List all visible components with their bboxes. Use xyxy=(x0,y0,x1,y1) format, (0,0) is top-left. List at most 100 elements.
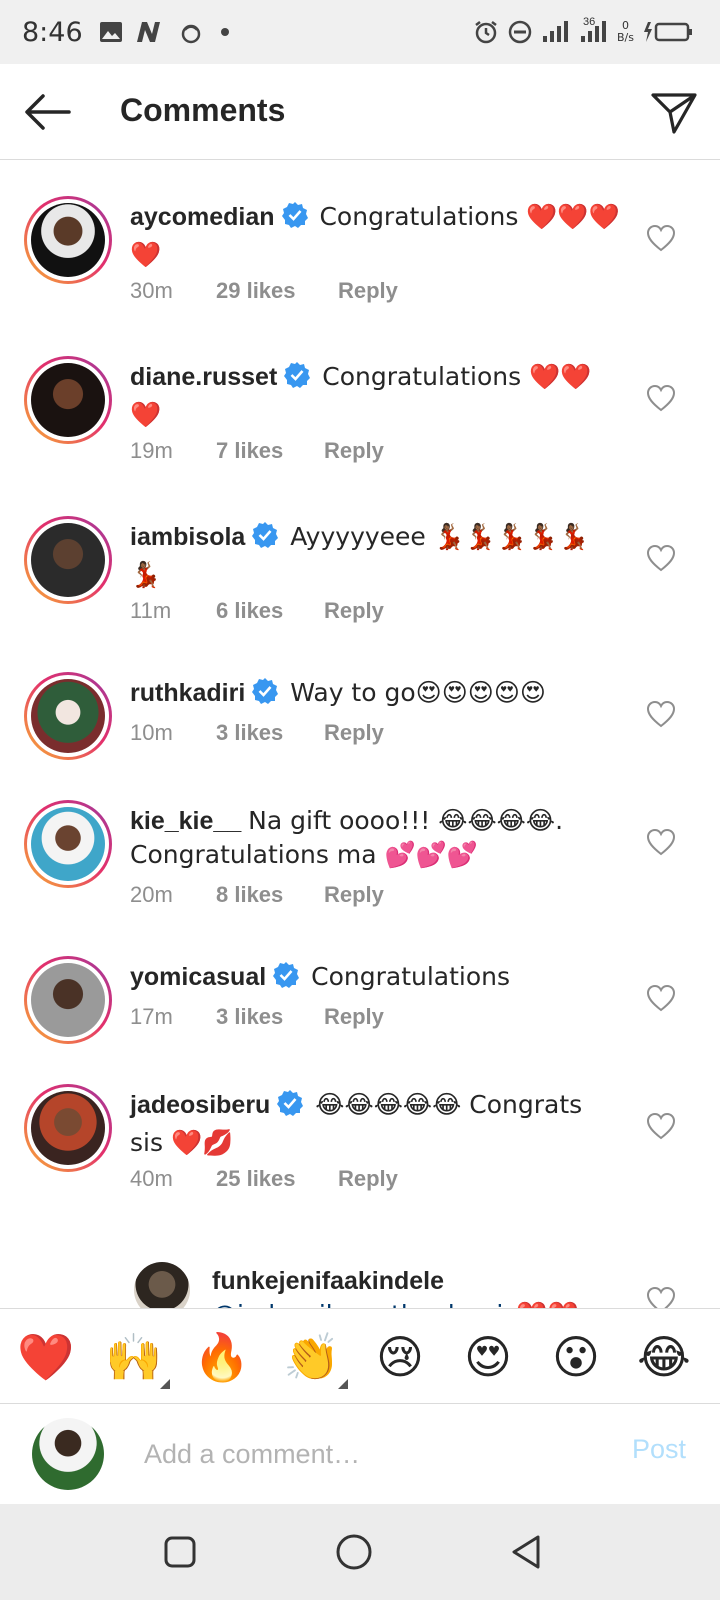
like-heart-icon[interactable] xyxy=(646,544,676,572)
emoji-raised-hands-button[interactable]: 🙌 xyxy=(104,1327,170,1389)
verified-badge-icon xyxy=(272,961,300,998)
recents-button[interactable] xyxy=(158,1530,202,1574)
comment-meta: 19m 7 likes Reply xyxy=(130,438,384,464)
like-heart-icon[interactable] xyxy=(646,224,676,252)
post-button[interactable]: Post xyxy=(632,1434,686,1465)
comment-meta: 30m 29 likes Reply xyxy=(130,278,398,304)
reply-button[interactable]: Reply xyxy=(324,1004,384,1030)
comment-username[interactable]: yomicasual xyxy=(130,963,266,991)
news-app-icon xyxy=(135,20,165,44)
comment-text: jadeosiberu 😂😂😂😂😂 Congrats sis ❤️💋 xyxy=(130,1088,620,1160)
comment-likes[interactable]: 3 likes xyxy=(216,1004,324,1030)
reply-button[interactable]: Reply xyxy=(324,720,384,746)
like-heart-icon[interactable] xyxy=(646,384,676,412)
back-nav-button[interactable] xyxy=(504,1530,548,1574)
page-title: Comments xyxy=(120,92,286,128)
arrow-left-icon xyxy=(25,94,71,130)
reply-button[interactable]: Reply xyxy=(338,1166,398,1192)
comment-list[interactable]: aycomedian Congratulations ❤️❤️❤️❤️ 30m … xyxy=(0,160,720,1308)
comment-meta: 10m 3 likes Reply xyxy=(130,720,384,746)
verified-badge-icon xyxy=(276,1089,304,1126)
reply-username[interactable]: funkejenifaakindele xyxy=(212,1264,579,1298)
reply-button[interactable]: Reply xyxy=(324,598,384,624)
signal-icon xyxy=(541,20,571,44)
battery-charging-icon xyxy=(642,20,694,44)
reply-button[interactable]: Reply xyxy=(324,438,384,464)
avatar[interactable] xyxy=(24,516,112,604)
emoji-clap-button[interactable]: 👏 xyxy=(282,1327,348,1389)
avatar[interactable] xyxy=(134,1262,190,1308)
skin-tone-indicator-icon xyxy=(338,1379,348,1389)
comment-time: 11m xyxy=(130,598,172,623)
reply-text: funkejenifaakindele @jadeosiberu thanks … xyxy=(212,1264,579,1308)
comment-text: ruthkadiri Way to go😍😍😍😍😍 xyxy=(130,676,620,714)
emoji-heart-button[interactable]: ❤️ xyxy=(16,1327,76,1387)
net-speed-unit: B/s xyxy=(617,31,634,44)
comment-likes[interactable]: 3 likes xyxy=(216,720,324,746)
home-button[interactable] xyxy=(332,1530,376,1574)
comment-meta: 11m 6 likes Reply xyxy=(130,598,384,624)
comment-text: iambisola Ayyyyyeee 💃🏾💃🏾💃🏾💃🏾💃🏾💃🏾 xyxy=(130,520,620,592)
like-heart-icon[interactable] xyxy=(646,1112,676,1140)
comment-text: diane.russet Congratulations ❤️❤️❤️ xyxy=(130,360,620,432)
verified-badge-icon xyxy=(281,201,309,238)
comment-content: Congratulations xyxy=(311,962,511,991)
status-bar: 8:46 36 0 B/s xyxy=(0,0,720,64)
comment-likes[interactable]: 6 likes xyxy=(216,598,324,624)
verified-badge-icon xyxy=(251,677,279,714)
comment-likes[interactable]: 7 likes xyxy=(216,438,324,464)
comment-time: 30m xyxy=(130,278,173,303)
reply-item: funkejenifaakindele @jadeosiberu thanks … xyxy=(0,1262,720,1308)
back-button[interactable] xyxy=(22,90,74,134)
comment-likes[interactable]: 25 likes xyxy=(216,1166,338,1192)
emoji-heart-eyes-button[interactable]: 😍 xyxy=(458,1327,518,1387)
emoji-raised-hands-glyph: 🙌 xyxy=(105,1330,163,1384)
comment-username[interactable]: kie_kie__ xyxy=(130,807,241,835)
status-left-icons xyxy=(99,20,231,44)
avatar xyxy=(32,1418,104,1490)
signal-icon-2: 36 xyxy=(579,16,609,44)
comment-username[interactable]: jadeosiberu xyxy=(130,1091,270,1119)
network-type-label: 36 xyxy=(583,16,596,28)
reply-button[interactable]: Reply xyxy=(324,882,384,908)
comment-username[interactable]: iambisola xyxy=(130,523,245,551)
do-not-disturb-icon xyxy=(507,19,533,45)
avatar[interactable] xyxy=(24,1084,112,1172)
status-right-icons: 36 0 B/s xyxy=(473,0,694,64)
skin-tone-indicator-icon xyxy=(160,1379,170,1389)
comment-username[interactable]: aycomedian xyxy=(130,203,275,231)
like-heart-icon[interactable] xyxy=(646,700,676,728)
avatar[interactable] xyxy=(24,800,112,888)
emoji-surprised-button[interactable]: 😮 xyxy=(546,1327,606,1387)
status-time: 8:46 xyxy=(22,16,83,48)
emoji-fire-button[interactable]: 🔥 xyxy=(192,1327,252,1387)
avatar[interactable] xyxy=(24,672,112,760)
reply-button[interactable]: Reply xyxy=(338,278,398,304)
emoji-crying-button[interactable]: 😢 xyxy=(370,1327,430,1387)
alarm-icon xyxy=(473,19,499,45)
comment-input[interactable] xyxy=(144,1434,584,1474)
like-heart-icon[interactable] xyxy=(646,1286,676,1308)
emoji-clap-glyph: 👏 xyxy=(283,1330,341,1384)
comment-username[interactable]: diane.russet xyxy=(130,363,277,391)
comment-likes[interactable]: 8 likes xyxy=(216,882,324,908)
notification-app-icon xyxy=(177,20,207,44)
avatar[interactable] xyxy=(24,956,112,1044)
avatar[interactable] xyxy=(24,196,112,284)
comment-likes[interactable]: 29 likes xyxy=(216,278,338,304)
comment-meta: 40m 25 likes Reply xyxy=(130,1166,398,1192)
comment-time: 19m xyxy=(130,438,173,463)
like-heart-icon[interactable] xyxy=(646,828,676,856)
avatar[interactable] xyxy=(24,356,112,444)
comment-content: Way to go😍😍😍😍😍 xyxy=(290,678,546,707)
comment-meta: 17m 3 likes Reply xyxy=(130,1004,384,1030)
emoji-laughing-button[interactable]: 😂 xyxy=(634,1327,694,1387)
net-speed: 0 B/s xyxy=(617,20,634,44)
share-button[interactable] xyxy=(648,88,700,138)
gallery-icon xyxy=(99,21,123,43)
like-heart-icon[interactable] xyxy=(646,984,676,1012)
emoji-quick-bar: ❤️ 🙌 🔥 👏 😢 😍 😮 😂 xyxy=(0,1308,720,1404)
comment-username[interactable]: ruthkadiri xyxy=(130,679,245,707)
comment-time: 10m xyxy=(130,720,173,745)
comment-text: kie_kie__ Na gift oooo!!! 😂😂😂😂. Congratu… xyxy=(130,804,620,872)
